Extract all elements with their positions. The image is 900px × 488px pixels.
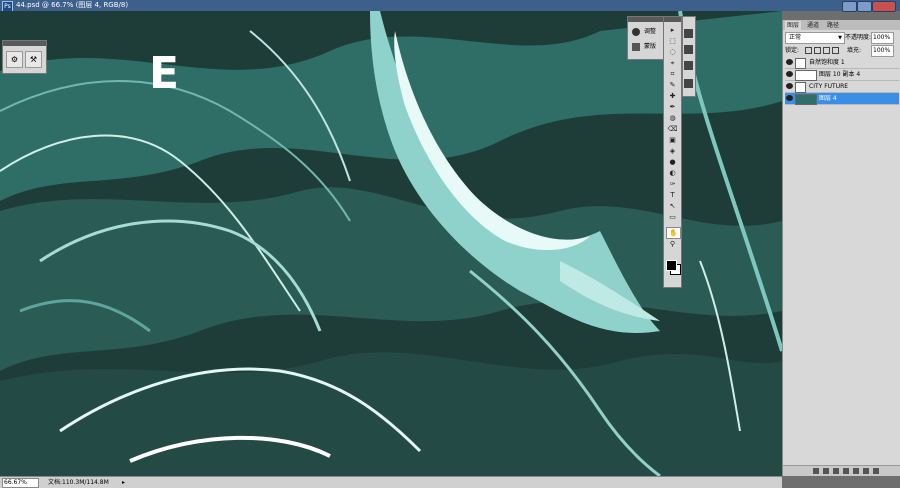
layer-name: CITY FUTURE bbox=[809, 83, 849, 90]
type-tool-icon[interactable]: T bbox=[666, 190, 679, 200]
eye-icon[interactable] bbox=[786, 83, 793, 89]
lock-label: 锁定: bbox=[785, 47, 800, 54]
hand-tool-icon[interactable]: ✋ bbox=[666, 227, 681, 239]
lock-all-icon[interactable] bbox=[832, 47, 839, 54]
zoom-tool-icon[interactable]: ⚲ bbox=[666, 239, 679, 249]
panel-grip[interactable] bbox=[628, 17, 663, 22]
close-icon[interactable] bbox=[872, 1, 896, 12]
adjustments-panel: 调整 蒙版 bbox=[627, 16, 664, 60]
layer-style-icon[interactable] bbox=[823, 468, 829, 474]
new-layer-icon[interactable] bbox=[863, 468, 869, 474]
trash-icon[interactable] bbox=[873, 468, 879, 474]
chevron-down-icon: ▼ bbox=[838, 35, 842, 41]
status-menu-arrow-icon[interactable]: ▸ bbox=[122, 478, 125, 487]
eye-icon[interactable] bbox=[786, 95, 793, 101]
fill-label: 填充: bbox=[847, 47, 862, 54]
shape-tool-icon[interactable]: ▭ bbox=[666, 212, 679, 222]
window-titlebar: Ps 44.psd @ 66.7% (图层 4, RGB/8) bbox=[0, 0, 900, 12]
new-adjustment-icon[interactable] bbox=[843, 468, 849, 474]
text-layer-icon bbox=[795, 82, 806, 93]
tool-palette: ▸ ⬚ ◌ ⌖ ⌗ ✎ ✚ ✒ ◍ ⌫ ▣ ◈ ● ◐ ✑ T ↖ ▭ ✋ ⚲ bbox=[663, 16, 682, 288]
adjust-label: 调整 bbox=[644, 28, 657, 35]
layer-row-selected[interactable]: 图层 4 bbox=[785, 93, 899, 105]
layer-name: 图层 4 bbox=[819, 95, 837, 102]
layer-thumbnail bbox=[795, 94, 817, 105]
burn-tool-icon[interactable]: ◐ bbox=[666, 168, 679, 178]
layers-panel: 图层 通道 路径 正常 ▼ 不透明度: 100% 锁定: 填充: 100% 自然… bbox=[782, 20, 900, 476]
adjust-icon bbox=[632, 28, 640, 36]
layer-row[interactable]: CITY FUTURE bbox=[785, 81, 899, 93]
crop-tool-icon[interactable]: ⌗ bbox=[666, 69, 679, 79]
mask-tab[interactable]: 蒙版 bbox=[630, 41, 664, 53]
blend-mode-value: 正常 bbox=[789, 34, 802, 41]
add-mask-icon[interactable] bbox=[833, 468, 839, 474]
mask-icon bbox=[632, 43, 640, 51]
new-group-icon[interactable] bbox=[853, 468, 859, 474]
blend-mode-select[interactable]: 正常 ▼ bbox=[785, 32, 845, 44]
paragraph-icon[interactable] bbox=[684, 79, 693, 88]
minimize-icon[interactable] bbox=[842, 1, 857, 12]
tab-paths[interactable]: 路径 bbox=[825, 21, 841, 30]
character-icon[interactable] bbox=[684, 61, 693, 70]
eye-icon[interactable] bbox=[786, 71, 793, 77]
eye-icon[interactable] bbox=[786, 59, 793, 65]
lasso-tool-icon[interactable]: ◌ bbox=[666, 47, 679, 57]
clone-source-icon[interactable]: ⚒ bbox=[25, 51, 42, 68]
marquee-tool-icon[interactable]: ⬚ bbox=[666, 36, 679, 46]
layer-name: 自然饱和度 1 bbox=[809, 59, 845, 66]
adjust-tab[interactable]: 调整 bbox=[630, 26, 664, 38]
healing-tool-icon[interactable]: ✚ bbox=[666, 91, 679, 101]
stamp-tool-icon[interactable]: ◍ bbox=[666, 113, 679, 123]
lock-transparent-icon[interactable] bbox=[805, 47, 812, 54]
tab-channels[interactable]: 通道 bbox=[805, 21, 821, 30]
layer-row[interactable]: 图层 10 副本 4 bbox=[785, 69, 899, 81]
doc-size: 文档:110.3M/114.8M bbox=[48, 479, 109, 486]
move-tool-icon[interactable]: ▸ bbox=[666, 25, 679, 35]
gradient-tool-icon[interactable]: ▣ bbox=[666, 135, 679, 145]
panel-grip[interactable] bbox=[3, 41, 46, 46]
pen-tool-icon[interactable]: ✑ bbox=[666, 179, 679, 189]
history-icon[interactable] bbox=[684, 29, 693, 38]
layer-thumbnail bbox=[795, 70, 817, 81]
opacity-input[interactable]: 100% bbox=[871, 32, 894, 44]
adjustment-layer-icon bbox=[795, 58, 806, 69]
layer-name: 图层 10 副本 4 bbox=[819, 71, 861, 78]
collapsed-panel-dock bbox=[682, 16, 696, 97]
opacity-label: 不透明度: bbox=[845, 34, 872, 41]
eyedropper-tool-icon[interactable]: ✎ bbox=[666, 80, 679, 90]
lock-image-icon[interactable] bbox=[814, 47, 821, 54]
fill-input[interactable]: 100% bbox=[871, 45, 894, 57]
path-select-tool-icon[interactable]: ↖ bbox=[666, 201, 679, 211]
panel-grip[interactable] bbox=[664, 17, 681, 22]
layer-list: 自然饱和度 1 图层 10 副本 4 CITY FUTURE 图层 4 bbox=[785, 57, 899, 105]
document-title: 44.psd @ 66.7% (图层 4, RGB/8) bbox=[16, 1, 129, 9]
brush-tool-icon[interactable]: ✒ bbox=[666, 102, 679, 112]
foreground-color-swatch[interactable] bbox=[666, 260, 677, 271]
canvas-letter: E bbox=[149, 48, 180, 99]
link-layers-icon[interactable] bbox=[813, 468, 819, 474]
panel-tabs: 图层 通道 路径 bbox=[783, 20, 900, 30]
lock-position-icon[interactable] bbox=[823, 47, 830, 54]
restore-icon[interactable] bbox=[857, 1, 872, 12]
layers-panel-footer bbox=[783, 465, 900, 476]
eraser-tool-icon[interactable]: ⌫ bbox=[666, 124, 679, 134]
mask-label: 蒙版 bbox=[644, 43, 657, 50]
brush-presets-icon[interactable]: ⚙ bbox=[6, 51, 23, 68]
blur-tool-icon[interactable]: ◈ bbox=[666, 146, 679, 156]
tab-layers[interactable]: 图层 bbox=[785, 21, 802, 30]
quick-select-tool-icon[interactable]: ⌖ bbox=[666, 58, 679, 68]
dodge-tool-icon[interactable]: ● bbox=[666, 157, 679, 167]
layer-row[interactable]: 自然饱和度 1 bbox=[785, 57, 899, 69]
mini-tool-panel: ⚙ ⚒ bbox=[2, 40, 47, 74]
status-bar: 66.67% 文档:110.3M/114.8M ▸ bbox=[0, 476, 782, 488]
swatches-icon[interactable] bbox=[684, 45, 693, 54]
